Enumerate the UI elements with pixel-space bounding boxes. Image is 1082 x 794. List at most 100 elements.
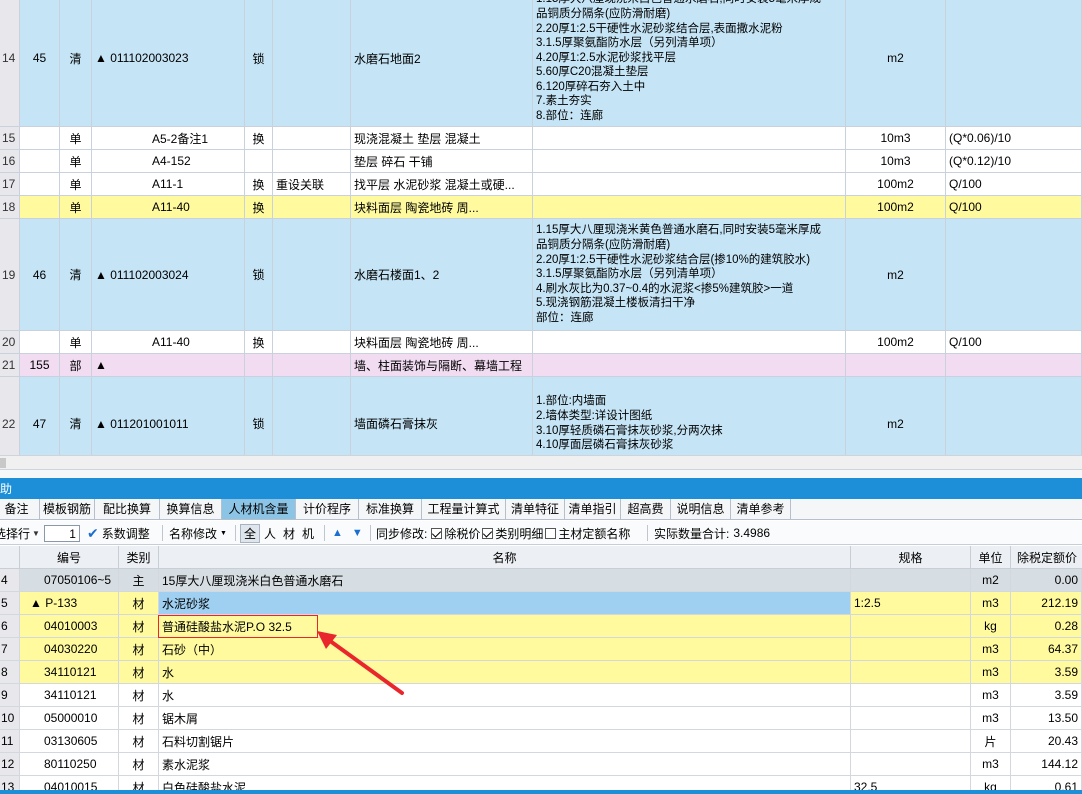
cell-code[interactable]: 05000010 — [20, 707, 119, 729]
cell-spec[interactable] — [851, 707, 971, 729]
cell-unit[interactable]: m2 — [846, 219, 946, 330]
cell-unit[interactable]: 10m3 — [846, 150, 946, 172]
splitter[interactable] — [0, 470, 1082, 478]
cell-flag[interactable] — [273, 354, 351, 376]
cell-expr[interactable] — [946, 354, 1082, 376]
cell-lock[interactable] — [245, 150, 273, 172]
select-row-dropdown-icon[interactable]: ▼ — [32, 529, 40, 538]
cell-spec[interactable] — [851, 615, 971, 637]
cell-unit[interactable] — [846, 354, 946, 376]
cell-unit[interactable]: 100m2 — [846, 331, 946, 353]
cell-spec[interactable] — [851, 730, 971, 752]
cell-lock[interactable]: 换 — [245, 331, 273, 353]
cell-price[interactable]: 212.19 — [1011, 592, 1082, 614]
cell-flag[interactable] — [273, 127, 351, 149]
cell-price[interactable]: 3.59 — [1011, 684, 1082, 706]
cell-expr[interactable]: (Q*0.06)/10 — [946, 127, 1082, 149]
tab-10[interactable]: 超高费 — [621, 499, 671, 519]
upper-row[interactable]: 22 47 清 ▲ 011201001011 锁墙面磷石膏抹灰 1.部位:内墙面 2.墙体… — [0, 377, 1082, 455]
cell-unit[interactable]: 片 — [971, 730, 1011, 752]
cell-code[interactable]: ▲ — [92, 354, 245, 376]
cell-spec[interactable]: 1:2.5 — [851, 592, 971, 614]
cell-flag[interactable] — [273, 0, 351, 126]
tab-12[interactable]: 清单参考 — [731, 499, 791, 519]
header-name[interactable]: 名称 — [159, 546, 851, 568]
tab-7[interactable]: 工程量计算式 — [422, 499, 506, 519]
cell-name[interactable]: 石砂（中） — [159, 638, 851, 660]
upper-row[interactable]: 18 单 A11-40 换 块料面层 陶瓷地砖 周... 100m2 Q/100 — [0, 196, 1082, 219]
cell-desc[interactable]: 1.15厚大八厘现浇米黄色普通水磨石,同时安装5毫米厚成 品铜质分隔条(应防滑耐… — [533, 219, 846, 330]
cell-expr[interactable]: Q/100 — [946, 331, 1082, 353]
upper-row[interactable]: 15 单 A5-2备注1 换 现浇混凝土 垫层 混凝土 10m3 (Q*0.06)/10 — [0, 127, 1082, 150]
cell-cat[interactable]: 主 — [119, 569, 159, 591]
cell-code[interactable]: 34110121 — [20, 684, 119, 706]
horizontal-scrollbar[interactable] — [0, 455, 1082, 470]
move-down-icon[interactable]: ▼ — [352, 527, 363, 539]
cell-name[interactable]: 现浇混凝土 垫层 混凝土 — [351, 127, 533, 149]
cell-type[interactable]: 清 — [60, 219, 92, 330]
cell-price[interactable]: 0.28 — [1011, 615, 1082, 637]
filter-material[interactable]: 材 — [283, 525, 295, 542]
cell-code[interactable]: ▲ 011102003023 — [92, 0, 245, 126]
cell-price[interactable]: 144.12 — [1011, 753, 1082, 775]
material-row[interactable]: 12 80110250 材素水泥浆 m3 144.12 — [0, 753, 1082, 776]
header-category[interactable]: 类别 — [119, 546, 159, 568]
tab-8[interactable]: 清单特征 — [506, 499, 565, 519]
cell-cat[interactable]: 材 — [119, 730, 159, 752]
cell-name[interactable]: 水 — [159, 684, 851, 706]
cell-type[interactable]: 单 — [60, 173, 92, 195]
cell-spec[interactable] — [851, 661, 971, 683]
sys-adjust-button[interactable]: ✔ 系数调整 — [87, 521, 150, 545]
cell-unit[interactable]: m3 — [971, 707, 1011, 729]
upper-row[interactable]: 1445清▲ 011102003023锁水磨石地面21.15厚大八厘现浇米白色普… — [0, 0, 1082, 127]
cell-name[interactable]: 素水泥浆 — [159, 753, 851, 775]
cell-price[interactable]: 13.50 — [1011, 707, 1082, 729]
cell-lock[interactable]: 锁 — [245, 0, 273, 126]
cell-name[interactable]: 找平层 水泥砂浆 混凝土或硬... — [351, 173, 533, 195]
cell-lock[interactable] — [245, 354, 273, 376]
cell-seq[interactable]: 45 — [20, 0, 60, 126]
header-code[interactable]: 编号 — [20, 546, 119, 568]
cell-price[interactable]: 3.59 — [1011, 661, 1082, 683]
cell-name[interactable]: 15厚大八厘现浇米白色普通水磨石 — [159, 569, 851, 591]
material-row[interactable]: 4 07050106~5 主 15厚大八厘现浇米白色普通水磨石 m2 0.00 — [0, 569, 1082, 592]
cell-flag[interactable] — [273, 331, 351, 353]
cell-code[interactable]: A11-1 — [92, 173, 245, 195]
cell-spec[interactable] — [851, 638, 971, 660]
cell-type[interactable]: 清 — [60, 0, 92, 126]
cell-desc[interactable] — [533, 150, 846, 172]
cell-type[interactable]: 单 — [60, 150, 92, 172]
cell-name[interactable]: 墙面磷石膏抹灰 — [351, 377, 533, 455]
cell-unit[interactable]: 100m2 — [846, 196, 946, 218]
tab-6[interactable]: 标准换算 — [359, 499, 422, 519]
cell-type[interactable]: 单 — [60, 127, 92, 149]
header-unit[interactable]: 单位 — [971, 546, 1011, 568]
cell-spec[interactable] — [851, 569, 971, 591]
cell-flag[interactable] — [273, 219, 351, 330]
filter-machine[interactable]: 机 — [302, 525, 314, 542]
cell-expr[interactable]: Q/100 — [946, 173, 1082, 195]
detail-checkbox[interactable] — [482, 527, 494, 539]
cell-unit[interactable]: m2 — [971, 569, 1011, 591]
cell-lock[interactable]: 换 — [245, 173, 273, 195]
cell-seq[interactable] — [20, 173, 60, 195]
cell-type[interactable]: 单 — [60, 331, 92, 353]
cell-cat[interactable]: 材 — [119, 661, 159, 683]
tab-4[interactable]: 人材机含量 — [222, 499, 296, 519]
header-spec[interactable]: 规格 — [851, 546, 971, 568]
cell-desc[interactable]: 1.部位:内墙面 2.墙体类型:详设计图纸 3.10厚轻质磷石膏抹灰砂浆,分两次… — [533, 377, 846, 455]
cell-code[interactable]: A5-2备注1 — [92, 127, 245, 149]
cell-unit[interactable]: m3 — [971, 592, 1011, 614]
scrollbar-thumb[interactable] — [0, 458, 6, 468]
cell-name[interactable]: 锯木屑 — [159, 707, 851, 729]
header-price[interactable]: 除税定额价 — [1011, 546, 1082, 568]
cell-cat[interactable]: 材 — [119, 684, 159, 706]
cell-flag[interactable] — [273, 150, 351, 172]
cell-code[interactable]: 80110250 — [20, 753, 119, 775]
cell-seq[interactable] — [20, 127, 60, 149]
tab-3[interactable]: 换算信息 — [160, 499, 222, 519]
cell-name[interactable]: 块料面层 陶瓷地砖 周... — [351, 196, 533, 218]
cell-name[interactable]: 墙、柱面装饰与隔断、幕墙工程 — [351, 354, 533, 376]
cell-name[interactable]: 垫层 碎石 干铺 — [351, 150, 533, 172]
cell-flag[interactable] — [273, 196, 351, 218]
